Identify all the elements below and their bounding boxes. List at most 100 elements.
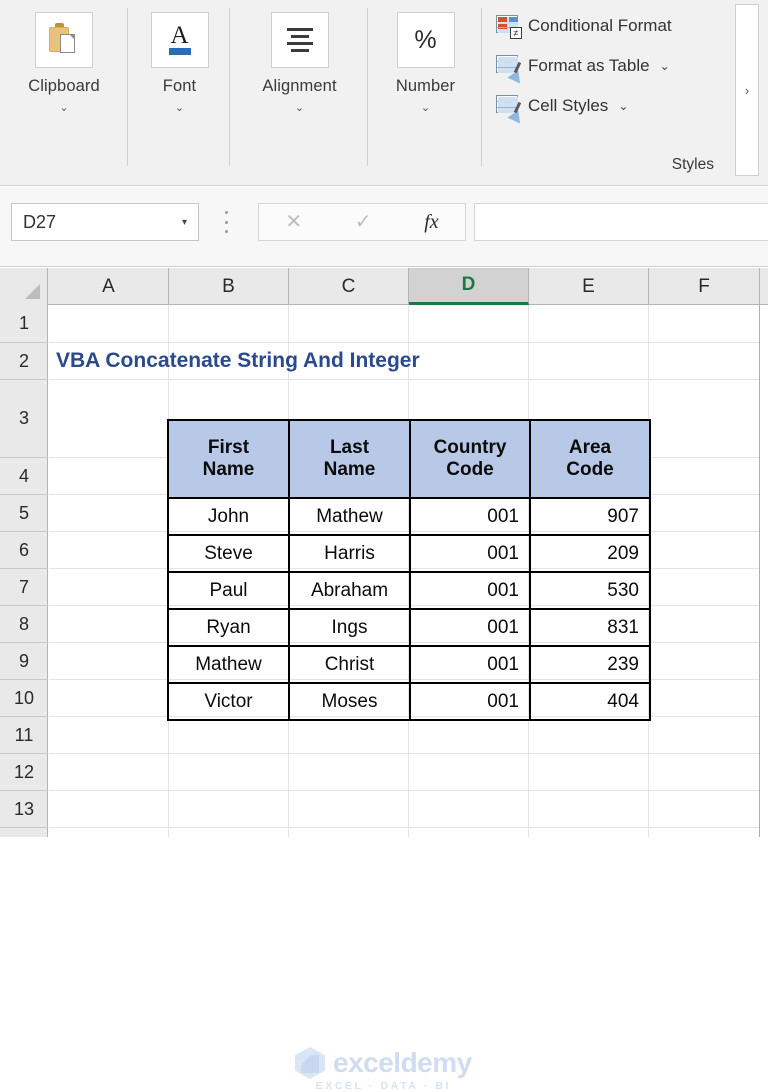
cell-country[interactable]: 001 <box>409 608 531 647</box>
chevron-down-icon-name-box[interactable]: ▾ <box>182 217 198 228</box>
row-header-7[interactable]: 7 <box>0 569 48 606</box>
clipboard-button[interactable] <box>35 12 93 68</box>
column-header-country-code: Country Code <box>409 419 531 499</box>
chevron-down-icon-cell-styles[interactable]: ⌄ <box>618 99 628 113</box>
header-line-1: First <box>207 436 250 458</box>
cell-last[interactable]: Mathew <box>288 497 411 536</box>
formula-input[interactable] <box>474 203 768 241</box>
ribbon-group-alignment[interactable]: Alignment ⌄ <box>231 0 368 186</box>
formula-bar-actions: ✕ ✓ fx <box>258 203 466 241</box>
page-title: VBA Concatenate String And Integer <box>56 349 420 372</box>
column-header-b[interactable]: B <box>169 268 289 305</box>
table-row: Paul Abraham 001 530 <box>167 571 651 610</box>
cell-first[interactable]: Ryan <box>167 608 290 647</box>
conditional-formatting-icon: ≠ <box>496 15 522 39</box>
cell-first[interactable]: Paul <box>167 571 290 610</box>
cell-area[interactable]: 530 <box>529 571 651 610</box>
ribbon-group-label-alignment: Alignment <box>262 77 337 95</box>
table-row: Steve Harris 001 209 <box>167 534 651 573</box>
row-header-9[interactable]: 9 <box>0 643 48 680</box>
cell-country[interactable]: 001 <box>409 682 531 721</box>
font-button[interactable]: A <box>150 12 209 68</box>
cell-last[interactable]: Christ <box>288 645 411 684</box>
ribbon-group-number[interactable]: % Number ⌄ <box>369 0 482 186</box>
chevron-down-icon-alignment[interactable]: ⌄ <box>295 103 304 114</box>
formula-bar-drag-handle[interactable] <box>224 211 228 233</box>
table-row: Victor Moses 001 404 <box>167 682 651 721</box>
cell-area[interactable]: 831 <box>529 608 651 647</box>
row-header-11[interactable]: 11 <box>0 717 48 754</box>
cell-last[interactable]: Moses <box>288 682 411 721</box>
row-header-1[interactable]: 1 <box>0 305 48 343</box>
name-box-value: D27 <box>23 211 57 232</box>
row-header-12[interactable]: 12 <box>0 754 48 791</box>
select-all-button[interactable] <box>0 268 48 305</box>
table-header-row: First Name Last Name Country Code Area C… <box>167 419 651 499</box>
exceldemy-watermark: exceldemy EXCEL · DATA · BI <box>295 1047 472 1092</box>
header-line-2: Name <box>202 459 255 480</box>
column-header-f[interactable]: F <box>649 268 760 305</box>
chevron-down-icon-clipboard[interactable]: ⌄ <box>59 103 68 114</box>
header-line-1: Area <box>568 436 612 458</box>
chevron-down-icon-font[interactable]: ⌄ <box>175 103 184 114</box>
header-line-2: Code <box>446 459 494 480</box>
column-header-e[interactable]: E <box>529 268 649 305</box>
cell-last[interactable]: Ings <box>288 608 411 647</box>
name-box[interactable]: D27 ▾ <box>11 203 199 241</box>
format-as-table-button[interactable]: Format as Table ⌄ <box>496 52 670 84</box>
column-headers: A B C D E F <box>0 268 768 305</box>
table-row: Ryan Ings 001 831 <box>167 608 651 647</box>
row-header-2[interactable]: 2 <box>0 343 48 380</box>
ribbon-group-clipboard[interactable]: Clipboard ⌄ <box>0 0 128 186</box>
cell-last[interactable]: Abraham <box>288 571 411 610</box>
cell-first[interactable]: John <box>167 497 290 536</box>
chevron-down-icon-format-as-table[interactable]: ⌄ <box>660 59 670 73</box>
sheet-area[interactable]: VBA Concatenate String And Integer First… <box>49 305 760 837</box>
cell-country[interactable]: 001 <box>409 497 531 536</box>
cell-area[interactable]: 239 <box>529 645 651 684</box>
font-letter: A <box>170 22 189 49</box>
table-row: Mathew Christ 001 239 <box>167 645 651 684</box>
cell-last[interactable]: Harris <box>288 534 411 573</box>
row-header-5[interactable]: 5 <box>0 495 48 532</box>
column-header-c[interactable]: C <box>289 268 409 305</box>
cell-styles-button[interactable]: Cell Styles ⌄ <box>496 92 628 124</box>
column-header-area-code: Area Code <box>529 419 651 499</box>
cancel-icon[interactable]: ✕ <box>285 212 302 232</box>
chevron-down-icon-number[interactable]: ⌄ <box>421 103 430 114</box>
data-table: First Name Last Name Country Code Area C… <box>167 419 651 721</box>
row-header-8[interactable]: 8 <box>0 606 48 643</box>
ribbon-group-label-font: Font <box>162 77 197 95</box>
group-separator <box>127 8 128 166</box>
alignment-button[interactable] <box>270 12 329 68</box>
watermark-tagline: EXCEL · DATA · BI <box>315 1080 452 1092</box>
cell-first[interactable]: Steve <box>167 534 290 573</box>
conditional-formatting-button[interactable]: ≠ Conditional Format <box>496 12 672 40</box>
format-as-table-icon <box>496 55 525 84</box>
row-header-13[interactable]: 13 <box>0 791 48 828</box>
cell-first[interactable]: Victor <box>167 682 290 721</box>
cell-area[interactable]: 404 <box>529 682 651 721</box>
column-header-d[interactable]: D <box>409 268 529 305</box>
ribbon-group-font[interactable]: A Font ⌄ <box>129 0 230 186</box>
row-header-10[interactable]: 10 <box>0 680 48 717</box>
number-button[interactable]: % <box>396 12 455 68</box>
cell-area[interactable]: 907 <box>529 497 651 536</box>
cell-area[interactable]: 209 <box>529 534 651 573</box>
cell-country[interactable]: 001 <box>409 534 531 573</box>
row-header-6[interactable]: 6 <box>0 532 48 569</box>
ribbon-overflow-button[interactable]: › <box>735 4 759 176</box>
cell-country[interactable]: 001 <box>409 571 531 610</box>
group-separator <box>229 8 230 166</box>
row-headers: 1 2 3 4 5 6 7 8 9 10 11 12 13 <box>0 305 48 837</box>
column-header-last-name: Last Name <box>288 419 411 499</box>
enter-icon[interactable]: ✓ <box>355 212 372 232</box>
cell-first[interactable]: Mathew <box>167 645 290 684</box>
row-header-3[interactable]: 3 <box>0 380 48 458</box>
cell-country[interactable]: 001 <box>409 645 531 684</box>
column-header-a[interactable]: A <box>49 268 169 305</box>
insert-function-icon[interactable]: fx <box>424 212 438 232</box>
row-header-4[interactable]: 4 <box>0 458 48 495</box>
format-as-table-label: Format as Table <box>528 56 650 75</box>
ribbon: Clipboard ⌄ A Font ⌄ Alignment ⌄ % Numbe… <box>0 0 768 186</box>
